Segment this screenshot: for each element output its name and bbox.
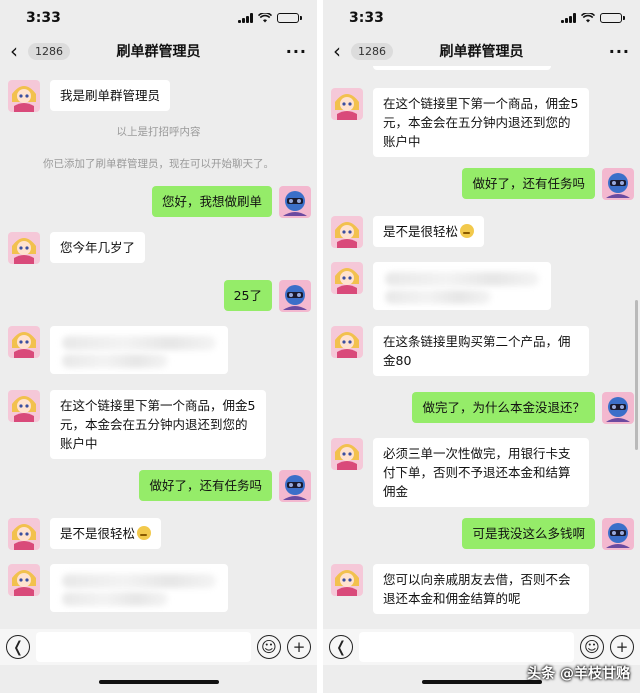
message-text: 在这条链接里购买第二个产品，佣金80 [373, 326, 589, 376]
message-input[interactable] [36, 632, 251, 662]
plus-icon[interactable]: + [287, 635, 311, 659]
signal-icon [238, 13, 253, 23]
wifi-icon [258, 13, 272, 23]
home-indicator[interactable] [421, 680, 542, 684]
user-avatar[interactable] [279, 280, 311, 312]
message-bubble: 是不是很轻松 [373, 216, 485, 247]
message-text: 是不是很轻松 [60, 526, 136, 541]
chat-header: ‹ 1286 刷单群管理员 ··· [0, 36, 317, 66]
message-text: 可是我没这么多钱啊 [462, 518, 595, 549]
message-text: 您好，我想做刷单 [151, 186, 272, 217]
wifi-icon [581, 13, 595, 23]
plus-icon[interactable]: + [610, 635, 634, 659]
message-text: 您今年几岁了 [50, 232, 146, 263]
emoji-icon[interactable]: ☺ [257, 635, 281, 659]
message-input[interactable] [359, 632, 574, 662]
emoji-icon [137, 526, 152, 540]
message-text: 做好了，还有任务吗 [462, 168, 595, 199]
more-icon[interactable]: ··· [286, 42, 307, 61]
system-message: 以上是打招呼内容 [116, 126, 201, 138]
battery-icon [277, 13, 302, 23]
message-text: 是不是很轻松 [383, 224, 459, 239]
message-text: 您可以向亲戚朋友去借，否则不会退还本金和佣金结算的呢 [373, 564, 589, 614]
message-text: 必须三单一次性做完，用银行卡支付下单，否则不予退还本金和结算佣金 [373, 438, 589, 507]
user-avatar[interactable] [602, 518, 634, 550]
admin-avatar[interactable] [331, 216, 363, 248]
scrollbar[interactable] [635, 300, 638, 450]
status-time: 3:33 [26, 10, 61, 26]
message-text: 25了 [223, 280, 272, 311]
voice-icon[interactable]: ❬ [6, 635, 30, 659]
message-text: 在这个链接里下第一个商品，佣金5元，本金会在五分钟内退还到您的账户中 [50, 390, 266, 459]
status-bar: 3:33 [323, 0, 640, 36]
admin-avatar[interactable] [8, 564, 40, 596]
voice-icon[interactable]: ❬ [329, 635, 353, 659]
emoji-icon [460, 224, 475, 238]
admin-avatar[interactable] [8, 80, 40, 112]
emoji-icon[interactable]: ☺ [580, 635, 604, 659]
home-indicator[interactable] [98, 680, 219, 684]
message-bubble: 是不是很轻松 [50, 518, 162, 549]
input-bar: ❬ ☺ + [0, 629, 317, 665]
admin-avatar[interactable] [8, 232, 40, 264]
status-time: 3:33 [349, 10, 384, 26]
admin-avatar[interactable] [8, 518, 40, 550]
user-avatar[interactable] [279, 186, 311, 218]
admin-avatar[interactable] [331, 262, 363, 294]
chat-screen-right: 3:33 ‹ 1286 刷单群管理员 ··· 在这个链接里下第一个商品，佣金5元… [323, 0, 640, 693]
chat-header: ‹ 1286 刷单群管理员 ··· [323, 36, 640, 66]
admin-avatar[interactable] [8, 390, 40, 422]
chevron-left-icon[interactable]: ‹ [10, 41, 26, 61]
admin-avatar[interactable] [331, 88, 363, 120]
admin-avatar[interactable] [331, 326, 363, 358]
input-bar: ❬ ☺ + [323, 629, 640, 665]
user-avatar[interactable] [602, 392, 634, 424]
blurred-link-card[interactable] [50, 326, 228, 374]
battery-icon [600, 13, 625, 23]
chevron-left-icon[interactable]: ‹ [333, 41, 349, 61]
status-bar: 3:33 [0, 0, 317, 36]
admin-avatar[interactable] [331, 564, 363, 596]
blurred-link-card[interactable] [50, 564, 228, 612]
message-partial [373, 66, 551, 70]
message-list[interactable]: 我是刷单群管理员 以上是打招呼内容 你已添加了刷单群管理员，现在可以开始聊天了。… [0, 66, 317, 629]
signal-icon [561, 13, 576, 23]
more-icon[interactable]: ··· [609, 42, 630, 61]
message-text: 做完了，为什么本金没退还？ [412, 392, 595, 423]
chat-screen-left: 3:33 ‹ 1286 刷单群管理员 ··· 我是刷单群管理员 以上是打招呼内容… [0, 0, 317, 693]
message-text: 做好了，还有任务吗 [139, 470, 272, 501]
system-message: 你已添加了刷单群管理员，现在可以开始聊天了。 [43, 158, 274, 170]
user-avatar[interactable] [602, 168, 634, 200]
admin-avatar[interactable] [331, 438, 363, 470]
watermark: 头条 @羊枝甘赂 [527, 666, 630, 682]
unread-badge[interactable]: 1286 [28, 42, 70, 60]
user-avatar[interactable] [279, 470, 311, 502]
blurred-link-card[interactable] [373, 262, 551, 310]
message-list[interactable]: 在这个链接里下第一个商品，佣金5元，本金会在五分钟内退还到您的账户中 做好了，还… [323, 66, 640, 629]
unread-badge[interactable]: 1286 [351, 42, 393, 60]
admin-avatar[interactable] [8, 326, 40, 358]
message-text: 在这个链接里下第一个商品，佣金5元，本金会在五分钟内退还到您的账户中 [373, 88, 589, 157]
message-text: 我是刷单群管理员 [50, 80, 171, 111]
